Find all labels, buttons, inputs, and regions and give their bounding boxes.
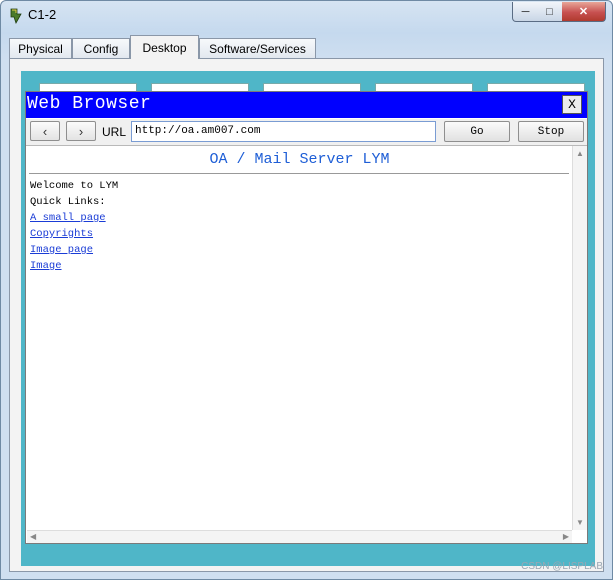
browser-title: Web Browser — [27, 94, 152, 114]
watermark-text: CSDN @LISPLAB — [521, 561, 603, 572]
browser-title-bar: Web Browser X — [26, 92, 587, 118]
packet-tracer-app-icon — [10, 8, 22, 24]
link-small-page[interactable]: A small page — [30, 212, 106, 224]
browser-close-button[interactable]: X — [562, 95, 582, 114]
window-title: C1-2 — [28, 7, 57, 22]
link-image[interactable]: Image — [30, 260, 62, 272]
scroll-up-icon[interactable]: ▲ — [576, 149, 584, 158]
scroll-left-icon[interactable]: ◀ — [30, 532, 36, 541]
forward-button[interactable]: › — [66, 121, 96, 141]
url-input[interactable]: http://oa.am007.com — [131, 121, 436, 142]
tab-config[interactable]: Config — [72, 38, 130, 58]
heading-divider — [29, 173, 569, 174]
title-bar: C1-2 ─ □ ✕ — [1, 1, 612, 31]
app-window: C1-2 ─ □ ✕ Physical Config Desktop Softw… — [0, 0, 613, 580]
quick-links-label: Quick Links: — [30, 196, 106, 208]
chevron-left-icon: ‹ — [42, 123, 48, 139]
tab-desktop[interactable]: Desktop — [130, 35, 199, 59]
url-label: URL — [102, 125, 127, 139]
tab-physical[interactable]: Physical — [9, 38, 72, 58]
go-button[interactable]: Go — [444, 121, 510, 142]
page-content: OA / Mail Server LYM Welcome to LYM Quic… — [27, 146, 572, 530]
page-heading: OA / Mail Server LYM — [209, 151, 390, 168]
web-browser-window: Web Browser X ‹ › URL http://oa.am007.co… — [25, 91, 588, 544]
horizontal-scrollbar[interactable]: ◀ ▶ — [27, 530, 572, 543]
chevron-right-icon: › — [78, 123, 84, 139]
tab-software-services[interactable]: Software/Services — [199, 38, 316, 58]
link-copyrights[interactable]: Copyrights — [30, 228, 93, 240]
vertical-scrollbar[interactable]: ▲ ▼ — [572, 146, 587, 530]
close-window-button[interactable]: ✕ — [562, 2, 606, 22]
minimize-button[interactable]: ─ — [512, 2, 539, 22]
stop-button[interactable]: Stop — [518, 121, 584, 142]
scroll-right-icon[interactable]: ▶ — [563, 532, 569, 541]
welcome-text: Welcome to LYM — [30, 180, 119, 192]
scroll-down-icon[interactable]: ▼ — [576, 518, 584, 527]
back-button[interactable]: ‹ — [30, 121, 60, 141]
browser-nav-bar: ‹ › URL http://oa.am007.com Go Stop — [26, 119, 587, 146]
maximize-button[interactable]: □ — [537, 2, 563, 22]
link-image-page[interactable]: Image page — [30, 244, 93, 256]
